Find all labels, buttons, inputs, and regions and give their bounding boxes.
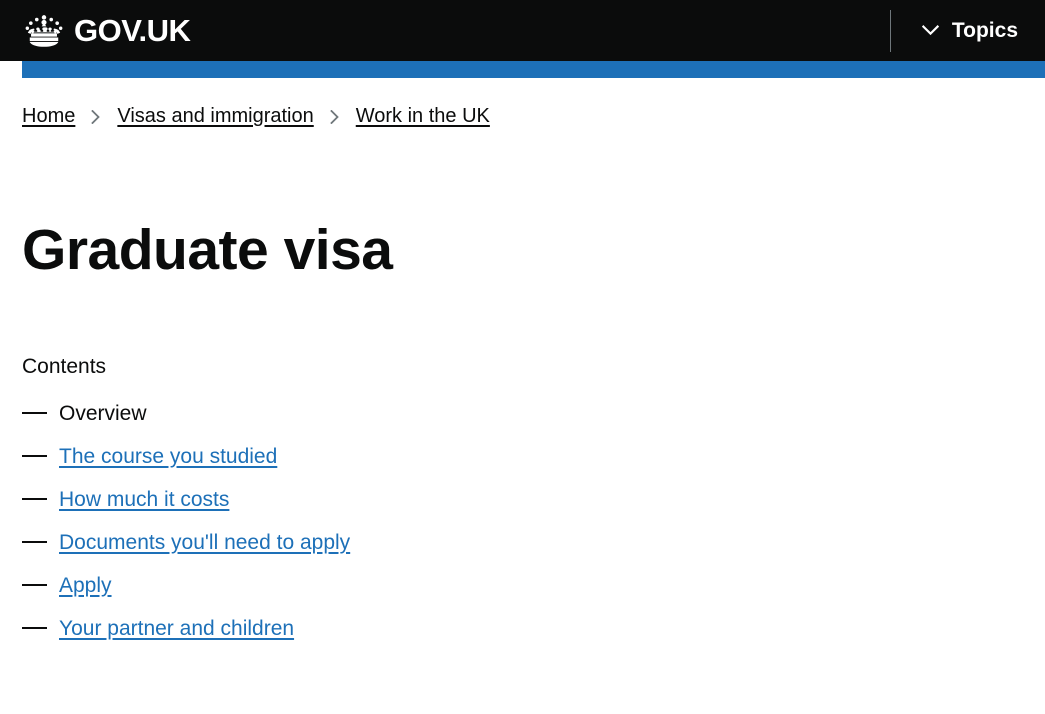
page-title: Graduate visa	[22, 218, 393, 282]
accent-bar	[22, 61, 1045, 78]
contents-list: Overview The course you studied How much…	[22, 401, 1045, 659]
list-item: How much it costs	[22, 487, 1045, 530]
contents-item-how-much-it-costs[interactable]: How much it costs	[59, 487, 229, 512]
accent-bar-gutter	[0, 61, 22, 78]
list-item: The course you studied	[22, 444, 1045, 487]
breadcrumb: Home Visas and immigration Work in the U…	[22, 104, 1045, 129]
accent-bar-row	[0, 61, 1045, 78]
contents-section: Contents Overview The course you studied…	[22, 281, 1045, 659]
list-item: Apply	[22, 573, 1045, 616]
dash-marker-icon	[22, 540, 47, 543]
chevron-right-icon	[329, 109, 339, 124]
global-header: GOV.UK Topics	[0, 0, 1045, 61]
chevron-right-icon	[91, 109, 101, 124]
contents-item-your-partner-and-children[interactable]: Your partner and children	[59, 616, 294, 641]
govuk-logo-text: GOV.UK	[74, 13, 191, 48]
list-item: Overview	[22, 401, 1045, 444]
header-divider	[889, 9, 891, 52]
list-item: Your partner and children	[22, 616, 1045, 659]
chevron-down-icon	[921, 25, 939, 36]
list-item: Documents you'll need to apply	[22, 530, 1045, 573]
crown-icon	[25, 14, 63, 47]
dash-marker-icon	[22, 497, 47, 500]
dash-marker-icon	[22, 583, 47, 586]
govuk-logo-link[interactable]: GOV.UK	[22, 13, 191, 48]
page-content: Home Visas and immigration Work in the U…	[0, 104, 1045, 659]
contents-item-overview: Overview	[59, 401, 147, 425]
contents-heading: Contents	[22, 354, 107, 378]
header-navigation: Topics	[889, 0, 1045, 61]
topics-label: Topics	[951, 19, 1018, 42]
topics-button[interactable]: Topics	[921, 19, 1018, 42]
breadcrumb-item-work-in-the-uk[interactable]: Work in the UK	[356, 104, 490, 129]
breadcrumb-item-home[interactable]: Home	[22, 104, 75, 129]
dash-marker-icon	[22, 411, 47, 414]
contents-item-documents-youll-need-to-apply[interactable]: Documents you'll need to apply	[59, 530, 350, 555]
contents-item-the-course-you-studied[interactable]: The course you studied	[59, 444, 277, 469]
breadcrumb-item-visas-and-immigration[interactable]: Visas and immigration	[117, 104, 313, 129]
dash-marker-icon	[22, 626, 47, 629]
dash-marker-icon	[22, 454, 47, 457]
contents-item-apply[interactable]: Apply	[59, 573, 112, 598]
